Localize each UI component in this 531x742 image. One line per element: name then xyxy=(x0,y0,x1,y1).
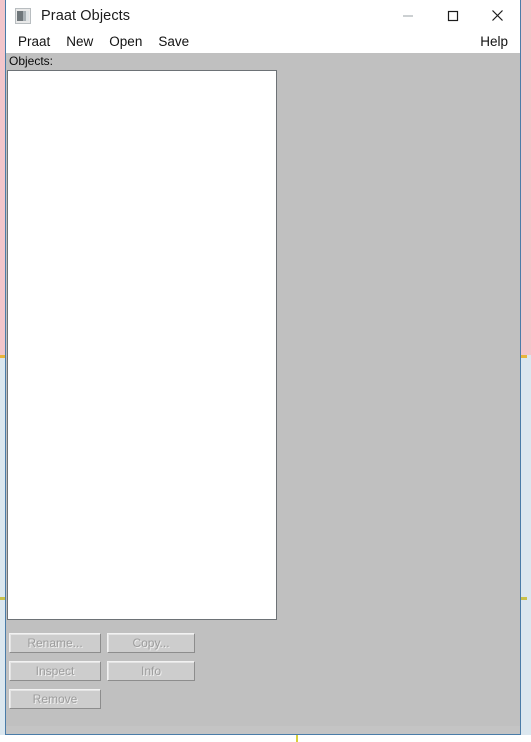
button-row-3: Remove xyxy=(9,689,209,709)
menubar: Praat New Open Save Help xyxy=(6,31,520,53)
maximize-icon xyxy=(447,10,458,21)
minimize-icon xyxy=(402,15,413,16)
rename-button[interactable]: Rename... xyxy=(9,633,101,653)
menu-item-open[interactable]: Open xyxy=(101,31,150,53)
inspect-button[interactable]: Inspect xyxy=(9,661,101,681)
remove-button[interactable]: Remove xyxy=(9,689,101,709)
button-row-2: Inspect Info xyxy=(9,661,209,681)
close-icon xyxy=(492,10,503,21)
window-titlebar[interactable]: Praat Objects xyxy=(6,0,520,31)
desktop-marker-bottom xyxy=(296,735,298,742)
menu-item-save[interactable]: Save xyxy=(150,31,197,53)
window-client-area: Objects: Rename... Copy... Inspect Info … xyxy=(6,53,520,734)
info-button[interactable]: Info xyxy=(107,661,195,681)
copy-button[interactable]: Copy... xyxy=(107,633,195,653)
praat-objects-window: Praat Objects Praat New Open Save Help O… xyxy=(5,0,521,735)
window-controls xyxy=(385,0,520,31)
menu-item-new[interactable]: New xyxy=(58,31,101,53)
maximize-button[interactable] xyxy=(430,0,475,31)
minimize-button[interactable] xyxy=(385,0,430,31)
button-row-1: Rename... Copy... xyxy=(9,633,209,653)
objects-list-label: Objects: xyxy=(9,54,54,68)
window-title: Praat Objects xyxy=(41,7,131,24)
status-strip xyxy=(6,726,520,734)
close-button[interactable] xyxy=(475,0,520,31)
objects-list[interactable] xyxy=(7,70,277,620)
praat-app-icon xyxy=(15,7,31,24)
object-action-button-panel: Rename... Copy... Inspect Info Remove xyxy=(9,633,209,717)
menu-item-help[interactable]: Help xyxy=(474,31,514,53)
menu-item-praat[interactable]: Praat xyxy=(10,31,58,53)
